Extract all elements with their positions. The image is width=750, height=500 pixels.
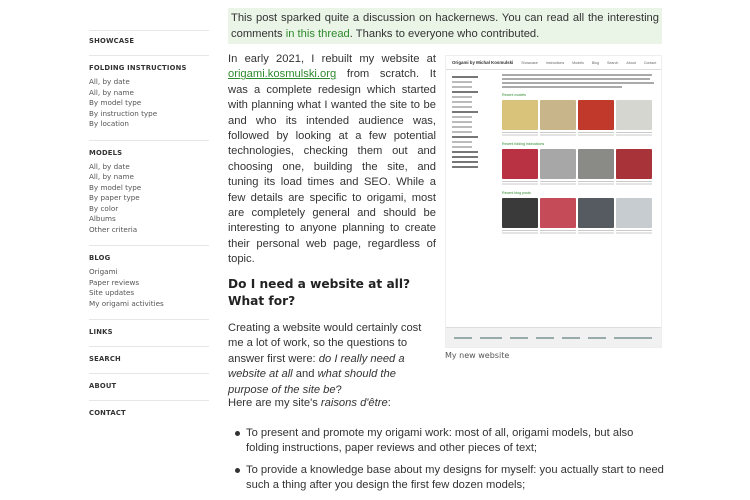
sidebar-link[interactable]: Albums xyxy=(89,214,219,225)
thumbnail-image xyxy=(578,149,614,179)
thumbnail-image xyxy=(578,198,614,228)
mini-nav-item: Instructions xyxy=(545,60,565,65)
thumbnail-image xyxy=(540,198,576,228)
sidebar-links[interactable]: LINKS xyxy=(89,328,219,336)
sidebar-about[interactable]: ABOUT xyxy=(89,382,219,390)
intro-text: In early 2021, I rebuilt my website at xyxy=(228,53,436,65)
sidebar-link[interactable]: All, by date xyxy=(89,162,219,173)
list-item: To provide a knowledge base about my des… xyxy=(234,463,664,494)
sidebar-link[interactable]: Other criteria xyxy=(89,225,219,236)
mini-nav-item: About xyxy=(626,60,636,65)
mini-sidebar xyxy=(452,76,488,171)
mini-thumbnails xyxy=(502,149,655,179)
sidebar-divider xyxy=(89,139,209,141)
mini-section-title: Recent blog posts xyxy=(502,191,531,195)
figure-caption: My new website xyxy=(445,351,510,360)
sidebar-divider xyxy=(89,55,209,56)
mini-header: Origami by Michał Kosmulski Showcase Ins… xyxy=(446,56,661,70)
questions-paragraph: Creating a website would certainly cost … xyxy=(228,321,438,398)
sidebar-divider xyxy=(89,319,209,320)
mini-nav-item: Models xyxy=(572,60,584,65)
thumbnail-image xyxy=(502,198,538,228)
para-text: and xyxy=(292,368,318,381)
hackernews-thread-link[interactable]: in this thread xyxy=(286,28,350,40)
sidebar-link[interactable]: By paper type xyxy=(89,193,219,204)
sidebar-link[interactable]: By color xyxy=(89,204,219,215)
thumbnail-image xyxy=(616,100,652,130)
mini-content: Recent models Recent folding instruction… xyxy=(502,74,655,235)
website-screenshot[interactable]: Origami by Michał Kosmulski Showcase Ins… xyxy=(445,55,662,348)
mini-section-title: Recent folding instructions xyxy=(502,142,545,146)
sidebar-nav: SHOWCASE FOLDING INSTRUCTIONS All, by da… xyxy=(89,30,219,427)
sidebar-link[interactable]: All, by name xyxy=(89,172,219,183)
mini-nav-item: Contact xyxy=(643,60,657,65)
sidebar-link[interactable]: Origami xyxy=(89,267,219,278)
sidebar-divider xyxy=(89,373,209,374)
intro-text-end: from scratch. It was a complete redesign… xyxy=(228,68,436,266)
section-heading: Do I need a website at all? What for? xyxy=(228,277,411,308)
sidebar-contact[interactable]: CONTACT xyxy=(89,409,219,417)
sidebar-link[interactable]: By location xyxy=(89,119,219,130)
mini-logo: Origami by Michał Kosmulski xyxy=(452,60,514,65)
sidebar-link[interactable]: By model type xyxy=(89,183,219,194)
sidebar-link[interactable]: By instruction type xyxy=(89,109,219,120)
para-text: ? xyxy=(335,383,342,396)
raisons-paragraph: Here are my site's raisons d'être: xyxy=(228,396,438,411)
sidebar-link[interactable]: My origami activities xyxy=(89,299,219,310)
thumbnail-image xyxy=(540,100,576,130)
mini-section-title: Recent models xyxy=(502,93,526,97)
sidebar-link[interactable]: All, by date xyxy=(89,77,219,88)
thumbnail-image xyxy=(502,149,538,179)
sidebar-showcase[interactable]: SHOWCASE xyxy=(89,37,219,45)
sidebar-divider xyxy=(89,245,209,246)
mini-thumbnails xyxy=(502,198,655,228)
sidebar-link[interactable]: Paper reviews xyxy=(89,278,219,289)
para-text: Here are my site's xyxy=(228,397,321,409)
thumbnail-image xyxy=(616,198,652,228)
thumbnail-image xyxy=(502,100,538,130)
intro-paragraph: In early 2021, I rebuilt my website at o… xyxy=(228,52,436,268)
thumbnail-image xyxy=(578,100,614,130)
discussion-notice: This post sparked quite a discussion on … xyxy=(228,8,662,44)
sidebar-link[interactable]: By model type xyxy=(89,98,219,109)
sidebar-folding-instructions[interactable]: FOLDING INSTRUCTIONS xyxy=(89,64,219,72)
sidebar-divider xyxy=(89,400,209,401)
thumbnail-image xyxy=(616,149,652,179)
mini-nav-item: Blog xyxy=(591,60,600,65)
mini-nav-item: Search xyxy=(607,60,619,65)
sidebar-divider xyxy=(89,30,209,31)
sidebar-link[interactable]: Site updates xyxy=(89,288,219,299)
mini-footer xyxy=(446,327,661,347)
purpose-list: To present and promote my origami work: … xyxy=(234,426,664,500)
sidebar-link[interactable]: All, by name xyxy=(89,88,219,99)
mini-thumbnails xyxy=(502,100,655,130)
sidebar-search[interactable]: SEARCH xyxy=(89,355,219,363)
mini-nav-item: Showcase xyxy=(521,60,538,65)
notice-text-end: . Thanks to everyone who contributed. xyxy=(349,28,540,40)
emphasis-text: raisons d'être xyxy=(320,397,388,409)
site-url-link[interactable]: origami.kosmulski.org xyxy=(228,68,336,80)
sidebar-models[interactable]: MODELS xyxy=(89,149,219,157)
list-item: To present and promote my origami work: … xyxy=(234,426,664,457)
sidebar-blog[interactable]: BLOG xyxy=(89,254,219,262)
thumbnail-image xyxy=(540,149,576,179)
sidebar-divider xyxy=(89,346,209,347)
para-text: : xyxy=(387,397,391,409)
